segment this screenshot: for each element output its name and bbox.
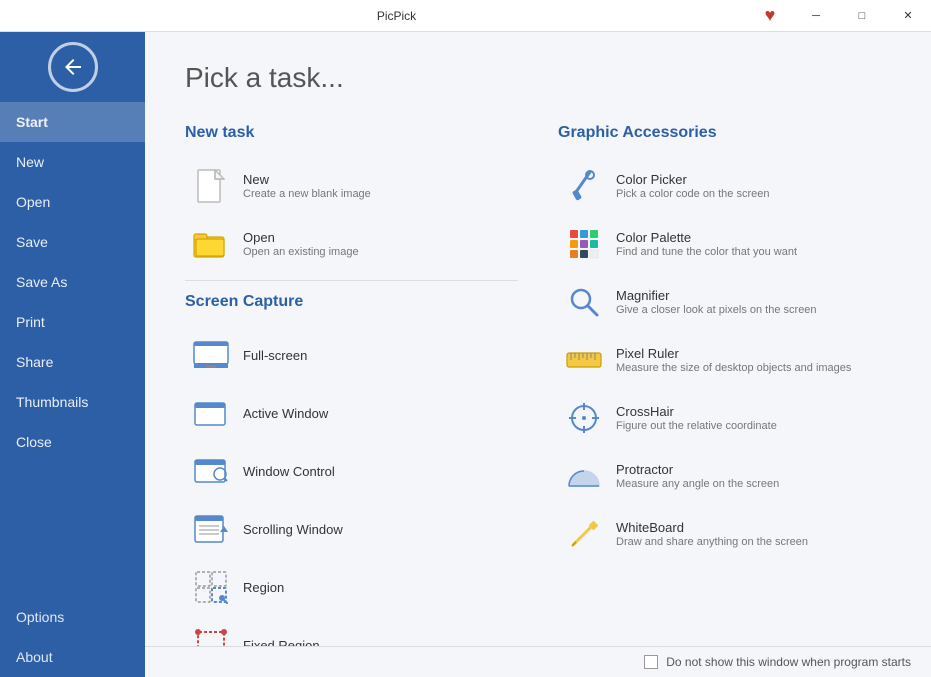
fullscreen-label: Full-screen	[243, 348, 307, 363]
region-icon	[191, 567, 231, 607]
heart-icon: ♥	[747, 0, 793, 32]
magnifier-label: Magnifier	[616, 288, 817, 303]
color-picker-desc: Pick a color code on the screen	[616, 188, 769, 200]
whiteboard-label: WhiteBoard	[616, 520, 808, 535]
sidebar-item-start[interactable]: Start	[0, 102, 145, 142]
sidebar-item-about[interactable]: About	[0, 637, 145, 677]
task-fullscreen[interactable]: Full-screen	[185, 327, 518, 383]
protractor-label: Protractor	[616, 462, 779, 477]
fixed-region-icon	[191, 625, 231, 646]
task-pixel-ruler[interactable]: Pixel Ruler Measure the size of desktop …	[558, 332, 891, 388]
sidebar-item-save[interactable]: Save	[0, 222, 145, 262]
task-color-picker[interactable]: Color Picker Pick a color code on the sc…	[558, 158, 891, 214]
sidebar: Start New Open Save Save As Print Share …	[0, 32, 145, 677]
open-desc: Open an existing image	[243, 246, 359, 258]
magnifier-desc: Give a closer look at pixels on the scre…	[616, 304, 817, 316]
close-button[interactable]: ✕	[885, 0, 931, 32]
screen-capture-heading: Screen Capture	[185, 293, 518, 311]
window-control-icon	[191, 451, 231, 491]
sidebar-item-share[interactable]: Share	[0, 342, 145, 382]
task-protractor[interactable]: Protractor Measure any angle on the scre…	[558, 448, 891, 504]
new-desc: Create a new blank image	[243, 188, 371, 200]
new-label: New	[243, 172, 371, 187]
pixel-ruler-icon	[564, 340, 604, 380]
task-whiteboard[interactable]: WhiteBoard Draw and share anything on th…	[558, 506, 891, 562]
window-controls: ♥ ─ □ ✕	[747, 0, 931, 32]
protractor-icon	[564, 456, 604, 496]
new-task-heading: New task	[185, 124, 518, 142]
whiteboard-desc: Draw and share anything on the screen	[616, 536, 808, 548]
new-icon	[191, 166, 231, 206]
color-palette-desc: Find and tune the color that you want	[616, 246, 797, 258]
open-icon	[191, 224, 231, 264]
protractor-desc: Measure any angle on the screen	[616, 478, 779, 490]
magnifier-icon	[564, 282, 604, 322]
sidebar-item-close[interactable]: Close	[0, 422, 145, 462]
app-container: Start New Open Save Save As Print Share …	[0, 32, 931, 677]
task-magnifier[interactable]: Magnifier Give a closer look at pixels o…	[558, 274, 891, 330]
main-content: Pick a task... New task	[145, 32, 931, 646]
sidebar-item-options[interactable]: Options	[0, 597, 145, 637]
color-palette-icon	[564, 224, 604, 264]
footer: Do not show this window when program sta…	[145, 646, 931, 677]
left-column: New task New Create a n	[185, 124, 518, 646]
maximize-button[interactable]: □	[839, 0, 885, 32]
crosshair-desc: Figure out the relative coordinate	[616, 420, 777, 432]
region-label: Region	[243, 580, 284, 595]
sidebar-item-new[interactable]: New	[0, 142, 145, 182]
color-picker-label: Color Picker	[616, 172, 769, 187]
divider-1	[185, 280, 518, 281]
color-picker-icon	[564, 166, 604, 206]
task-open[interactable]: Open Open an existing image	[185, 216, 518, 272]
task-crosshair[interactable]: CrossHair Figure out the relative coordi…	[558, 390, 891, 446]
page-title: Pick a task...	[185, 62, 891, 94]
open-label: Open	[243, 230, 359, 245]
title-bar: PicPick ♥ ─ □ ✕	[0, 0, 931, 32]
sidebar-item-print[interactable]: Print	[0, 302, 145, 342]
footer-label: Do not show this window when program sta…	[666, 655, 911, 669]
task-region[interactable]: Region	[185, 559, 518, 615]
crosshair-label: CrossHair	[616, 404, 777, 419]
pixel-ruler-desc: Measure the size of desktop objects and …	[616, 362, 851, 374]
crosshair-icon	[564, 398, 604, 438]
task-active-window[interactable]: Active Window	[185, 385, 518, 441]
scrolling-window-label: Scrolling Window	[243, 522, 343, 537]
window-control-label: Window Control	[243, 464, 335, 479]
task-new[interactable]: New Create a new blank image	[185, 158, 518, 214]
fixed-region-label: Fixed Region	[243, 638, 320, 647]
task-color-palette[interactable]: Color Palette Find and tune the color th…	[558, 216, 891, 272]
scrolling-window-icon	[191, 509, 231, 549]
minimize-button[interactable]: ─	[793, 0, 839, 32]
sidebar-item-open[interactable]: Open	[0, 182, 145, 222]
active-window-icon	[191, 393, 231, 433]
active-window-label: Active Window	[243, 406, 328, 421]
sidebar-item-thumbnails[interactable]: Thumbnails	[0, 382, 145, 422]
task-scrolling-window[interactable]: Scrolling Window	[185, 501, 518, 557]
fullscreen-icon	[191, 335, 231, 375]
sidebar-logo[interactable]	[0, 32, 145, 102]
app-title: PicPick	[46, 9, 747, 23]
graphic-accessories-heading: Graphic Accessories	[558, 124, 891, 142]
task-window-control[interactable]: Window Control	[185, 443, 518, 499]
two-columns: New task New Create a n	[185, 124, 891, 646]
sidebar-item-save-as[interactable]: Save As	[0, 262, 145, 302]
back-icon[interactable]	[48, 42, 98, 92]
pixel-ruler-label: Pixel Ruler	[616, 346, 851, 361]
color-palette-label: Color Palette	[616, 230, 797, 245]
whiteboard-icon	[564, 514, 604, 554]
task-fixed-region[interactable]: Fixed Region	[185, 617, 518, 646]
footer-checkbox[interactable]	[644, 655, 658, 669]
right-column: Graphic Accessories Color Picker	[558, 124, 891, 646]
